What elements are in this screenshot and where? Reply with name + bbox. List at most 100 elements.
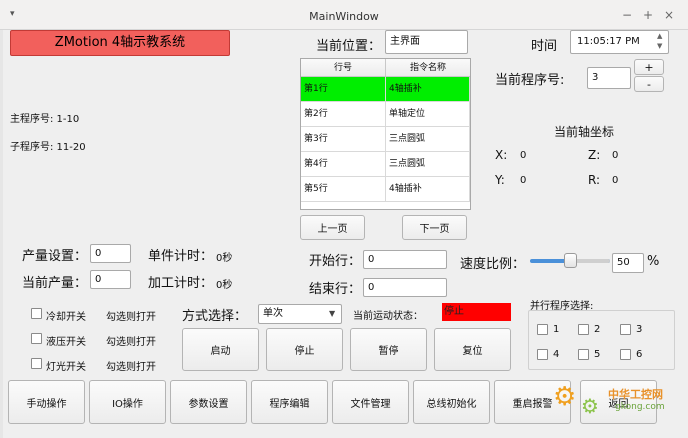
current-position-label: 当前位置： bbox=[316, 39, 382, 54]
app-title-button[interactable]: ZMotion 4轴示教系统 bbox=[10, 30, 230, 56]
close-icon[interactable]: × bbox=[662, 8, 676, 22]
current-program-field[interactable]: 3 bbox=[587, 67, 631, 89]
axis-y-value: 0 bbox=[520, 175, 527, 186]
axis-r-label: R: bbox=[588, 173, 601, 187]
axis-r-value: 0 bbox=[612, 175, 619, 186]
parallel-option-6-label: 6 bbox=[636, 349, 643, 360]
return-button[interactable]: 返回 bbox=[580, 380, 657, 424]
title-bar: ▾ MainWindow − + × bbox=[0, 0, 688, 30]
parallel-option-3-checkbox[interactable] bbox=[620, 324, 631, 335]
axis-y-label: Y: bbox=[495, 173, 505, 187]
mode-select[interactable]: 单次 ▼ bbox=[258, 304, 342, 324]
end-row-field[interactable]: 0 bbox=[363, 278, 447, 297]
stop-button[interactable]: 停止 bbox=[266, 328, 343, 371]
chevron-down-icon: ▼ bbox=[329, 309, 336, 318]
light-switch-checkbox[interactable] bbox=[31, 358, 42, 369]
program-table: 行号 指令名称 第1行 4轴插补 第2行 单轴定位 第3行 三点圆弧 第4行 三… bbox=[300, 58, 471, 210]
maximize-icon[interactable]: + bbox=[641, 8, 655, 22]
parallel-option-2-label: 2 bbox=[594, 324, 601, 335]
cooling-switch-hint: 勾选则打开 bbox=[106, 312, 156, 323]
current-program-label: 当前程序号: bbox=[495, 73, 565, 88]
next-page-button[interactable]: 下一页 bbox=[402, 215, 467, 240]
window-title: MainWindow bbox=[309, 10, 379, 23]
table-row-2-cmd[interactable]: 单轴定位 bbox=[386, 102, 470, 127]
cooling-switch-label: 冷却开关 bbox=[46, 312, 86, 323]
parallel-option-4-checkbox[interactable] bbox=[537, 349, 548, 360]
speed-ratio-label: 速度比例： bbox=[460, 257, 526, 272]
parallel-option-2-checkbox[interactable] bbox=[578, 324, 589, 335]
manual-operation-button[interactable]: 手动操作 bbox=[8, 380, 85, 424]
production-set-field[interactable]: 0 bbox=[90, 244, 131, 263]
program-plus-button[interactable]: + bbox=[634, 59, 664, 75]
parallel-option-5-label: 5 bbox=[594, 349, 601, 360]
speed-slider-handle[interactable] bbox=[564, 253, 577, 268]
hydraulic-switch-hint: 勾选则打开 bbox=[106, 337, 156, 348]
light-switch-label: 灯光开关 bbox=[46, 362, 86, 373]
main-program-range: 主程序号: 1-10 bbox=[10, 114, 80, 125]
end-row-label: 结束行： bbox=[309, 282, 362, 297]
table-row-3-line[interactable]: 第3行 bbox=[301, 127, 386, 152]
table-row-1-line[interactable]: 第1行 bbox=[301, 77, 386, 102]
table-row-5-line[interactable]: 第5行 bbox=[301, 177, 386, 202]
process-time-label: 加工计时： bbox=[148, 276, 214, 291]
parallel-option-5-checkbox[interactable] bbox=[578, 349, 589, 360]
reset-button[interactable]: 复位 bbox=[434, 328, 511, 371]
mode-label: 方式选择： bbox=[182, 309, 248, 324]
time-label: 时间 bbox=[531, 39, 558, 54]
speed-unit: % bbox=[647, 254, 660, 269]
start-row-label: 开始行： bbox=[309, 254, 362, 269]
start-button[interactable]: 启动 bbox=[182, 328, 259, 371]
parallel-option-4-label: 4 bbox=[553, 349, 560, 360]
start-row-field[interactable]: 0 bbox=[363, 250, 447, 269]
table-row-1-cmd[interactable]: 4轴插补 bbox=[386, 77, 470, 102]
parallel-option-1-checkbox[interactable] bbox=[537, 324, 548, 335]
spin-down-icon[interactable]: ▼ bbox=[657, 42, 662, 50]
axis-x-label: X: bbox=[495, 148, 508, 162]
table-header-line: 行号 bbox=[301, 59, 386, 77]
io-operation-button[interactable]: IO操作 bbox=[89, 380, 166, 424]
production-set-label: 产量设置： bbox=[22, 249, 88, 264]
current-production-field[interactable]: 0 bbox=[90, 270, 131, 289]
hydraulic-switch-checkbox[interactable] bbox=[31, 333, 42, 344]
table-row-4-cmd[interactable]: 三点圆弧 bbox=[386, 152, 470, 177]
program-minus-button[interactable]: - bbox=[634, 76, 664, 92]
current-position-field[interactable]: 主界面 bbox=[385, 30, 468, 54]
spin-up-icon[interactable]: ▲ bbox=[657, 32, 662, 40]
mode-select-value: 单次 bbox=[263, 308, 283, 319]
parallel-option-6-checkbox[interactable] bbox=[620, 349, 631, 360]
piece-time-value: 0秒 bbox=[216, 253, 233, 264]
speed-value-field[interactable]: 50 bbox=[612, 253, 644, 273]
parameter-settings-button[interactable]: 参数设置 bbox=[170, 380, 247, 424]
minimize-icon[interactable]: − bbox=[620, 8, 634, 22]
motion-status-label: 当前运动状态： bbox=[353, 311, 423, 322]
table-row-5-cmd[interactable]: 4轴插补 bbox=[386, 177, 470, 202]
current-production-label: 当前产量： bbox=[22, 276, 88, 291]
file-management-button[interactable]: 文件管理 bbox=[332, 380, 409, 424]
program-edit-button[interactable]: 程序编辑 bbox=[251, 380, 328, 424]
parallel-option-1-label: 1 bbox=[553, 324, 560, 335]
motion-status-badge: 停止 bbox=[442, 303, 511, 321]
piece-time-label: 单件计时： bbox=[148, 249, 214, 264]
axis-coords-title: 当前轴坐标 bbox=[554, 125, 615, 139]
table-header-command: 指令名称 bbox=[386, 59, 470, 77]
axis-x-value: 0 bbox=[520, 150, 527, 161]
table-row-3-cmd[interactable]: 三点圆弧 bbox=[386, 127, 470, 152]
restart-alarm-button[interactable]: 重启报警 bbox=[494, 380, 571, 424]
process-time-value: 0秒 bbox=[216, 280, 233, 291]
parallel-option-3-label: 3 bbox=[636, 324, 643, 335]
light-switch-hint: 勾选则打开 bbox=[106, 362, 156, 373]
hydraulic-switch-label: 液压开关 bbox=[46, 337, 86, 348]
cooling-switch-checkbox[interactable] bbox=[31, 308, 42, 319]
bus-init-button[interactable]: 总线初始化 bbox=[413, 380, 490, 424]
table-row-4-line[interactable]: 第4行 bbox=[301, 152, 386, 177]
parallel-program-group bbox=[528, 310, 675, 370]
time-value: 11:05:17 PM bbox=[577, 36, 640, 47]
prev-page-button[interactable]: 上一页 bbox=[300, 215, 365, 240]
window-frame bbox=[0, 30, 3, 438]
table-row-2-line[interactable]: 第2行 bbox=[301, 102, 386, 127]
time-spinbox[interactable]: 11:05:17 PM ▲ ▼ bbox=[570, 30, 669, 54]
axis-z-label: Z: bbox=[588, 148, 601, 162]
sub-program-range: 子程序号: 11-20 bbox=[10, 142, 86, 153]
axis-z-value: 0 bbox=[612, 150, 619, 161]
pause-button[interactable]: 暂停 bbox=[350, 328, 427, 371]
